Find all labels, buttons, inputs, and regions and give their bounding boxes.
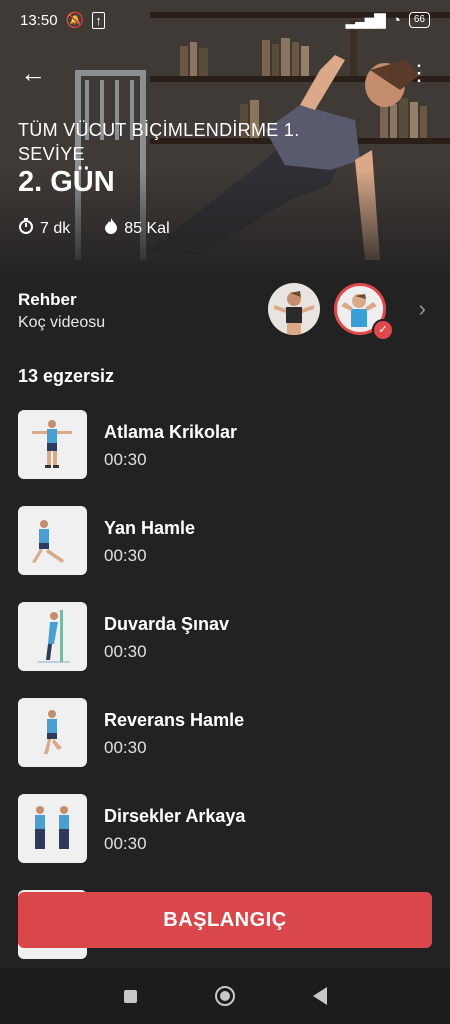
- list-item[interactable]: Reverans Hamle 00:30: [18, 698, 432, 794]
- exercise-time: 00:30: [104, 450, 147, 469]
- exercise-name: Reverans Hamle: [104, 710, 245, 730]
- signal-icon: ▂▃▅▇: [345, 12, 386, 29]
- day-title: 2. GÜN: [18, 166, 115, 198]
- duration-stat: 7 dk: [18, 218, 70, 239]
- exercise-time: 00:30: [104, 642, 147, 661]
- exercise-name: Duvarda Şınav: [104, 614, 230, 634]
- workout-stats: 7 dk 85 Kal: [18, 218, 170, 239]
- exercise-time: 00:30: [104, 738, 147, 757]
- status-bar: 13:50 🔕 ↑ ▂▃▅▇ ◔ 66: [0, 0, 450, 40]
- recent-apps-icon[interactable]: [123, 989, 137, 1003]
- exercise-count: 13 egzersiz: [18, 366, 115, 386]
- check-icon: ✓: [372, 319, 394, 341]
- clock: 13:50: [20, 11, 58, 29]
- exercise-thumbnail: [18, 698, 87, 767]
- chevron-right-icon[interactable]: ›: [419, 296, 426, 322]
- guide-section[interactable]: Rehber Koç videosu ✓ ›: [18, 283, 432, 344]
- list-item[interactable]: Yan Hamle 00:30: [18, 506, 432, 602]
- exercise-time: 00:30: [104, 546, 147, 565]
- calories-stat: 85 Kal: [104, 218, 170, 239]
- battery-icon: 66: [408, 12, 430, 28]
- start-button[interactable]: BAŞLANGIÇ: [18, 892, 432, 948]
- back-arrow-icon[interactable]: ←: [20, 60, 46, 86]
- upload-icon: ↑: [92, 11, 105, 29]
- list-item[interactable]: Duvarda Şınav 00:30: [18, 602, 432, 698]
- coach-avatar-1[interactable]: [268, 283, 320, 335]
- top-bar: ← ⋮: [20, 60, 430, 86]
- more-options-icon[interactable]: ⋮: [408, 62, 430, 84]
- calories-value: 85 Kal: [124, 219, 170, 237]
- list-item[interactable]: Dirsekler Arkaya 00:30: [18, 794, 432, 890]
- exercise-name: Dirsekler Arkaya: [104, 806, 246, 826]
- exercise-thumbnail: [18, 602, 87, 671]
- back-icon[interactable]: [312, 987, 327, 1005]
- list-item[interactable]: Atlama Krikolar 00:30: [18, 410, 432, 506]
- guide-title: Rehber: [18, 290, 77, 309]
- flame-icon: [104, 218, 118, 239]
- wifi-icon: ◔: [391, 11, 401, 29]
- guide-subtitle: Koç videosu: [18, 314, 106, 331]
- exercise-name: Atlama Krikolar: [104, 422, 238, 442]
- exercise-thumbnail: [18, 506, 87, 575]
- home-icon[interactable]: [214, 986, 235, 1006]
- duration-value: 7 dk: [40, 219, 71, 237]
- system-nav-bar: [0, 968, 450, 1024]
- timer-icon: [18, 218, 34, 239]
- notifications-off-icon: 🔕: [65, 12, 85, 29]
- exercise-name: Yan Hamle: [104, 518, 196, 538]
- exercise-thumbnail: [18, 410, 87, 479]
- exercise-thumbnail: [18, 794, 87, 863]
- program-title: TÜM VÜCUT BİÇİMLENDİRME 1. SEVİYE: [18, 120, 300, 164]
- exercise-time: 00:30: [104, 834, 147, 853]
